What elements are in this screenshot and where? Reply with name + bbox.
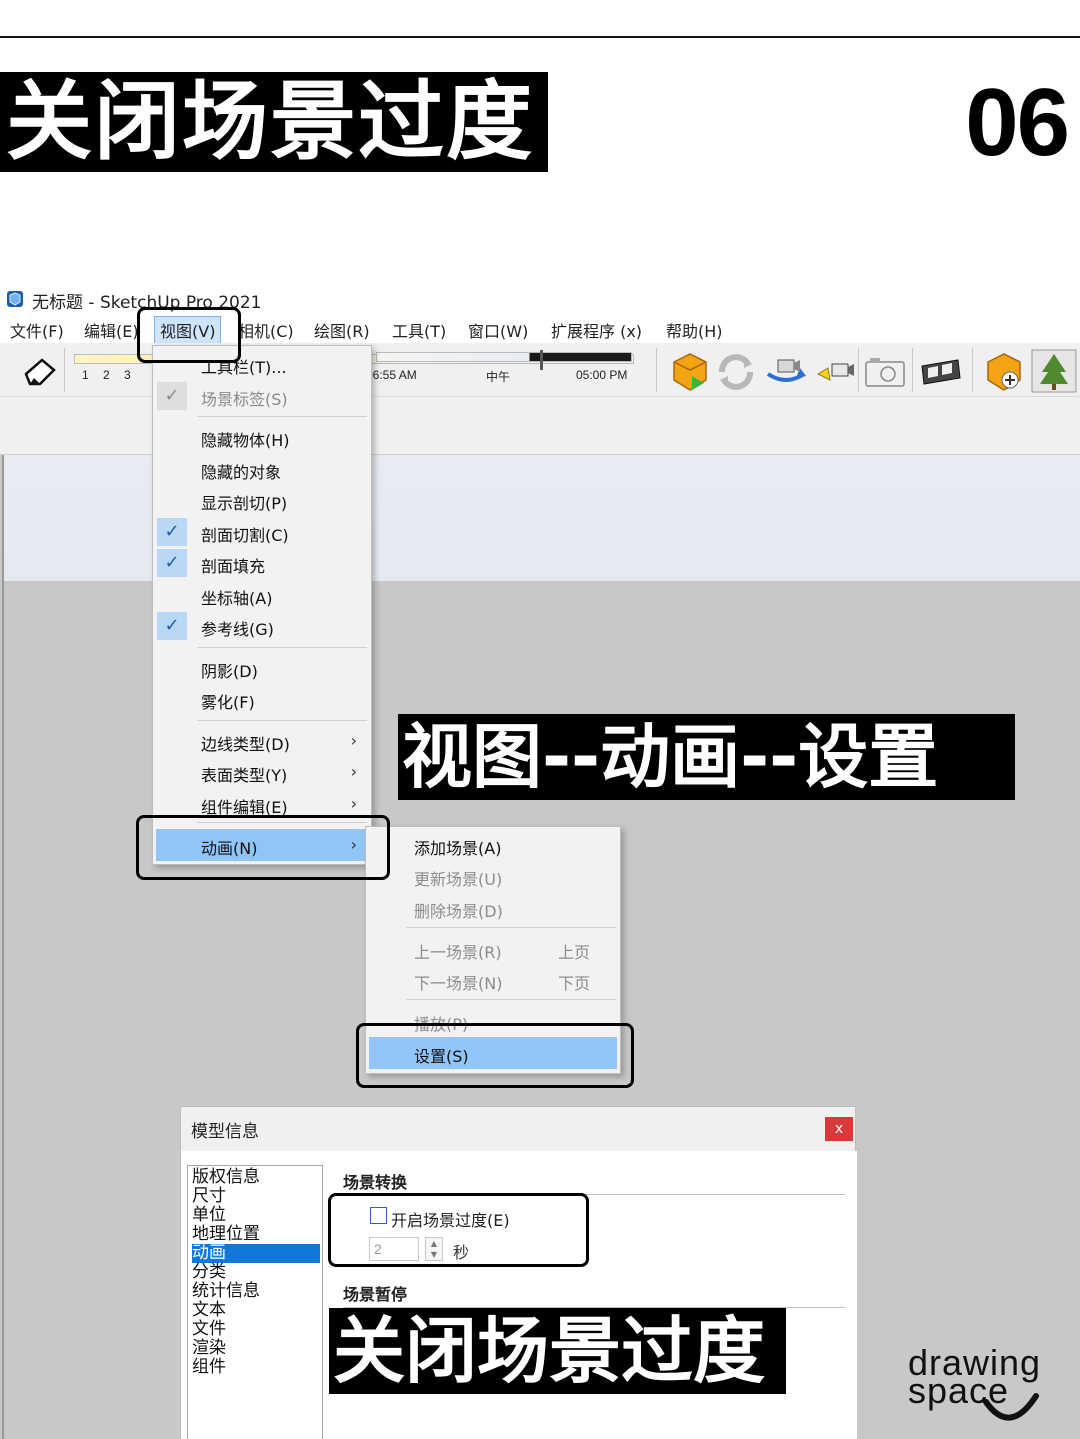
month-tick-2: 2 xyxy=(103,368,110,382)
menu-item-section-planes[interactable]: 显示剖切(P) xyxy=(201,490,287,514)
submenu-item-delete-scene[interactable]: 删除场景(D) xyxy=(414,898,503,922)
callout-view-menu xyxy=(137,307,241,363)
callout-settings-item xyxy=(356,1023,634,1088)
category-list: 版权信息 尺寸 单位 地理位置 动画 分类 统计信息 文本 文件 渲染 组件 xyxy=(187,1165,323,1439)
eraser-tool-icon[interactable] xyxy=(20,352,60,392)
category-units[interactable]: 单位 xyxy=(192,1206,320,1225)
toolbar-separator xyxy=(656,348,657,392)
menu-item-face-style[interactable]: 表面类型(Y) xyxy=(201,762,287,786)
update-scene-icon[interactable] xyxy=(714,350,758,394)
menu-item-section-cuts[interactable]: 剖面切割(C) xyxy=(201,522,289,546)
top-divider xyxy=(0,36,1080,38)
category-copyright[interactable]: 版权信息 xyxy=(192,1168,320,1187)
menu-draw[interactable]: 绘图(R) xyxy=(314,318,370,342)
toolbar-separator xyxy=(912,348,913,392)
section-scene-transitions: 场景转换 xyxy=(343,1173,408,1192)
menu-tools[interactable]: 工具(T) xyxy=(392,318,446,342)
close-icon: x xyxy=(834,1121,844,1137)
check-icon: ✓ xyxy=(157,382,187,410)
shortcut-page-up: 上页 xyxy=(558,943,591,962)
smile-logo-icon xyxy=(983,1393,1039,1421)
close-button[interactable]: x xyxy=(825,1117,853,1141)
tree-icon[interactable] xyxy=(1030,348,1078,394)
time-start-label: 06:55 AM xyxy=(366,368,417,382)
submenu-item-next-scene[interactable]: 下一场景(N) xyxy=(414,970,502,994)
submenu-item-previous-scene[interactable]: 上一场景(R) xyxy=(414,939,502,963)
menu-camera[interactable]: 相机(C) xyxy=(238,318,294,342)
time-noon-label: 中午 xyxy=(486,370,511,384)
path-label: 视图--动画--设置 xyxy=(402,716,939,798)
time-slider[interactable] xyxy=(376,352,632,362)
sketchup-logo-icon xyxy=(7,291,23,307)
menu-window[interactable]: 窗口(W) xyxy=(468,318,528,342)
camera-icon[interactable] xyxy=(814,354,858,390)
menu-separator xyxy=(197,416,367,417)
dialog-title: 模型信息 xyxy=(191,1122,259,1142)
menu-file[interactable]: 文件(F) xyxy=(10,318,64,342)
shortcut-page-down: 下页 xyxy=(558,974,591,993)
time-slider-thumb[interactable] xyxy=(540,350,543,370)
bottom-label: 关闭场景过度 xyxy=(333,1309,766,1393)
toolbar-separator xyxy=(858,348,859,392)
menu-item-scene-tabs[interactable]: 场景标签(S) xyxy=(201,386,288,410)
check-icon: ✓ xyxy=(157,518,187,546)
submenu-item-update-scene[interactable]: 更新场景(U) xyxy=(414,866,502,890)
photo-camera-icon[interactable] xyxy=(862,354,908,390)
menu-extensions[interactable]: 扩展程序 (x) xyxy=(551,318,642,342)
menu-item-guides[interactable]: 参考线(G) xyxy=(201,616,274,640)
menu-item-fog[interactable]: 雾化(F) xyxy=(201,689,255,713)
callout-transition-setting xyxy=(328,1193,589,1267)
month-tick-3: 3 xyxy=(124,368,131,382)
menu-item-shadows[interactable]: 阴影(D) xyxy=(201,658,258,682)
section-scene-delay: 场景暂停 xyxy=(343,1285,408,1304)
menu-separator xyxy=(406,999,616,1000)
category-statistics[interactable]: 统计信息 xyxy=(192,1282,320,1301)
check-icon: ✓ xyxy=(157,549,187,577)
category-dimensions[interactable]: 尺寸 xyxy=(192,1187,320,1206)
category-classifications[interactable]: 分类 xyxy=(192,1263,320,1282)
add-scene-icon[interactable] xyxy=(668,350,712,394)
menu-edit[interactable]: 编辑(E) xyxy=(84,318,139,342)
category-geo-location[interactable]: 地理位置 xyxy=(192,1225,320,1244)
time-end-label: 05:00 PM xyxy=(576,368,628,382)
menu-item-axes[interactable]: 坐标轴(A) xyxy=(201,585,272,609)
toolbar-separator xyxy=(972,348,973,392)
menu-item-hidden-geometry[interactable]: 隐藏物体(H) xyxy=(201,427,290,451)
menu-separator xyxy=(197,647,367,648)
menu-item-edge-style[interactable]: 边线类型(D) xyxy=(201,731,290,755)
scene-add-icon[interactable] xyxy=(982,350,1026,394)
view-menu: 工具栏(T)... ✓ 场景标签(S) 隐藏物体(H) 隐藏的对象 显示剖切(P… xyxy=(152,345,372,865)
vr-headset-icon[interactable] xyxy=(918,354,964,390)
menu-item-hidden-objects[interactable]: 隐藏的对象 xyxy=(201,459,281,483)
category-components[interactable]: 组件 xyxy=(192,1358,320,1377)
chevron-right-icon: › xyxy=(350,762,357,781)
toolbar-separator xyxy=(64,348,65,392)
chevron-right-icon: › xyxy=(350,794,357,813)
category-file[interactable]: 文件 xyxy=(192,1320,320,1339)
category-rendering[interactable]: 渲染 xyxy=(192,1339,320,1358)
check-icon: ✓ xyxy=(157,612,187,640)
month-tick-1: 1 xyxy=(82,368,89,382)
callout-animation-item xyxy=(136,815,390,880)
menu-item-section-fill[interactable]: 剖面填充 xyxy=(201,553,265,577)
menu-help[interactable]: 帮助(H) xyxy=(666,318,723,342)
submenu-item-add-scene[interactable]: 添加场景(A) xyxy=(414,835,501,859)
swap-camera-icon[interactable] xyxy=(764,352,808,392)
category-text[interactable]: 文本 xyxy=(192,1301,320,1320)
page-number: 06 xyxy=(965,69,1070,176)
menu-check-column xyxy=(153,346,191,864)
menu-separator xyxy=(406,927,616,928)
category-animation[interactable]: 动画 xyxy=(192,1244,320,1263)
menu-separator xyxy=(197,720,367,721)
chevron-right-icon: › xyxy=(350,731,357,750)
poster-title: 关闭场景过度 xyxy=(6,72,534,172)
